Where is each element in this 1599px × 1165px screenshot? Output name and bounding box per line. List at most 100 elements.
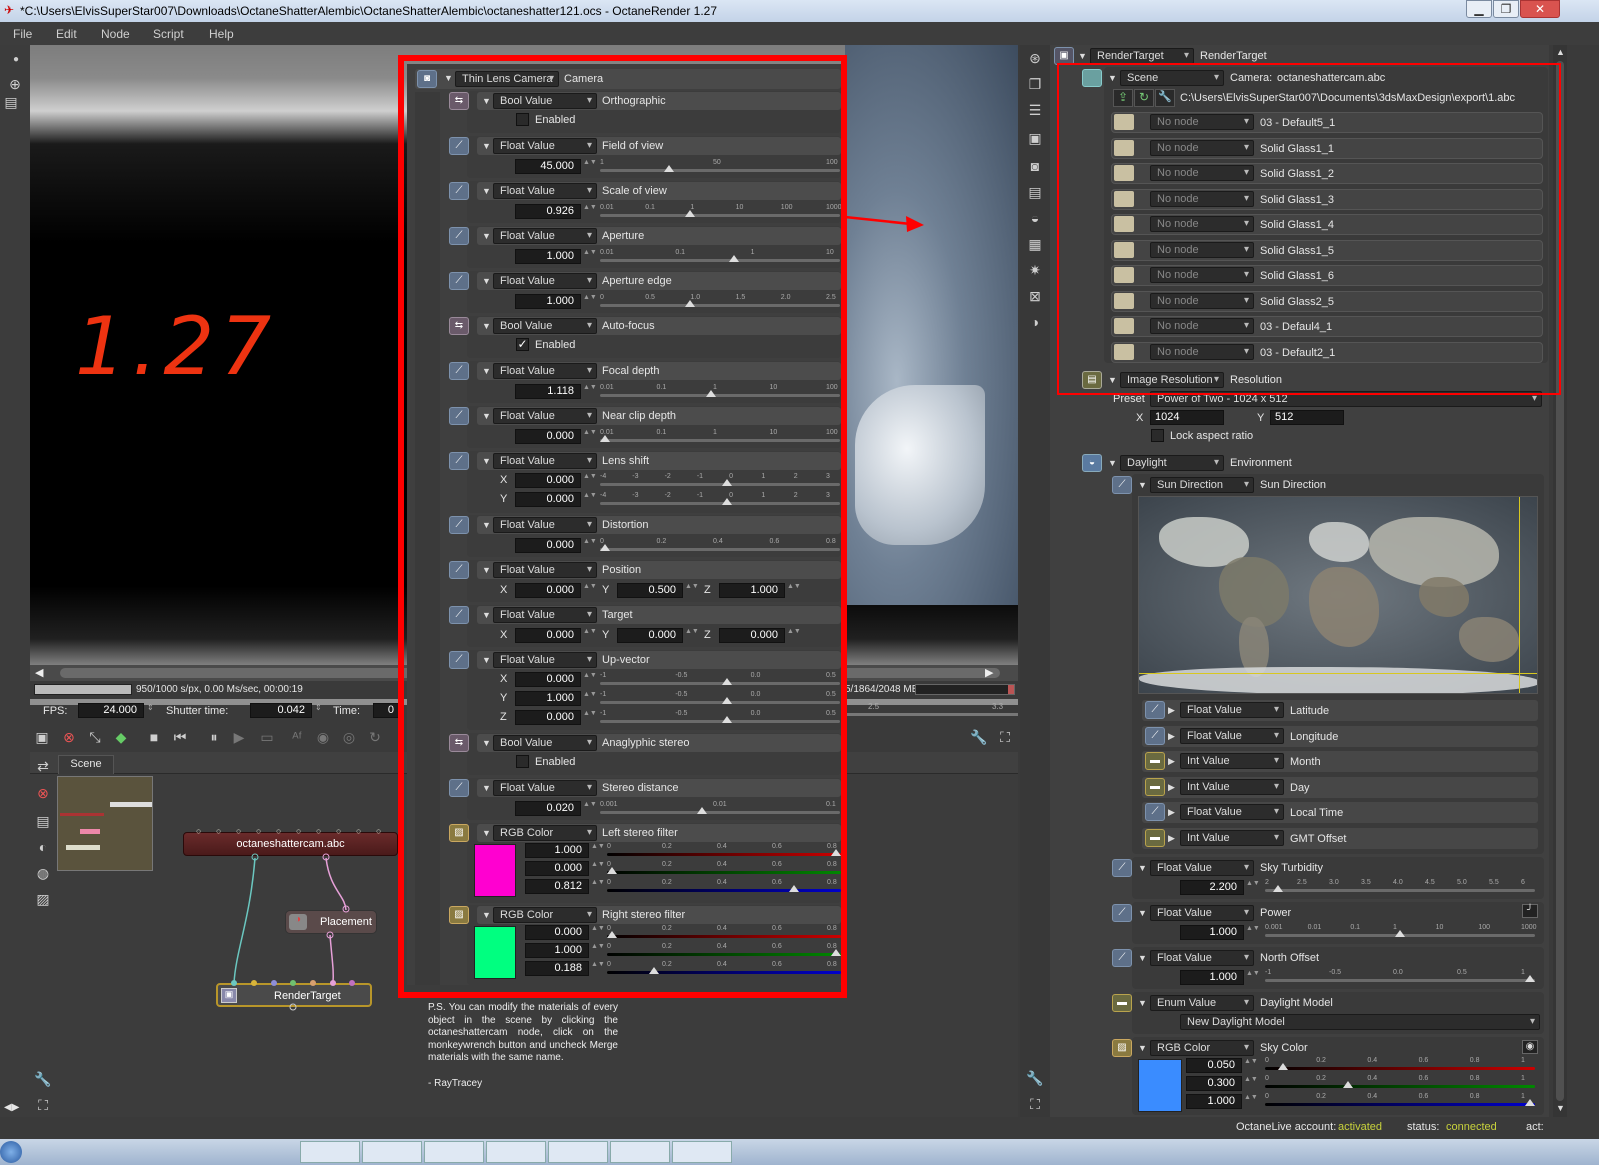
north-offset-value-spin-icon[interactable]: ▲▼ <box>1246 970 1260 985</box>
sky-r-field-spin-icon[interactable]: ▲▼ <box>1244 1058 1258 1073</box>
north-offset-value[interactable]: 1.000 <box>1180 970 1244 985</box>
north-offset-slider-thumb[interactable] <box>1525 975 1535 982</box>
collapse-triangle-icon[interactable]: ▼ <box>1138 863 1147 873</box>
north-offset-slider[interactable]: -1 -0.5 0.0 0.5 1 <box>1265 969 1535 983</box>
tick-label: 0.4 <box>1367 1093 1378 1100</box>
taskbar-item[interactable] <box>424 1141 484 1163</box>
sky-turbidity-type-dropdown[interactable]: Float Value <box>1150 860 1254 876</box>
map-landmass <box>1309 567 1379 647</box>
sun-param-label: Local Time <box>1290 807 1344 819</box>
float-value-icon: ⟋ <box>1145 701 1165 719</box>
tick-label: 0.4 <box>1367 1075 1378 1082</box>
sky-b-field[interactable]: 1.000 <box>1186 1094 1242 1109</box>
tick-label: 0.0 <box>1393 969 1403 976</box>
power-type-dropdown[interactable]: Float Value <box>1150 905 1254 921</box>
expand-triangle-icon[interactable]: ▶ <box>1168 705 1175 716</box>
tick-label: 1 <box>1521 1057 1525 1064</box>
sun-direction-type-dropdown[interactable]: Sun Direction <box>1150 477 1254 493</box>
sky-r-field[interactable]: 0.050 <box>1186 1058 1242 1073</box>
taskbar-item[interactable] <box>362 1141 422 1163</box>
sun-param-type-dropdown[interactable]: Float Value <box>1180 702 1284 718</box>
expand-triangle-icon[interactable]: ▶ <box>1168 731 1175 742</box>
collapse-triangle-icon[interactable]: ▼ <box>1138 998 1147 1008</box>
power-value[interactable]: 1.000 <box>1180 925 1244 940</box>
taskbar-item[interactable] <box>610 1141 670 1163</box>
os-taskbar <box>0 1139 1599 1165</box>
north-offset-icon: ⟋ <box>1112 949 1132 967</box>
tick-label: 0.01 <box>1307 924 1322 931</box>
tick-label: 0.1 <box>1350 924 1361 931</box>
north-offset-label: North Offset <box>1260 952 1320 964</box>
sky-color-type-dropdown[interactable]: RGB Color <box>1150 1040 1254 1056</box>
collapse-triangle-icon[interactable]: ▼ <box>1138 1043 1147 1053</box>
power-slider-thumb[interactable] <box>1395 930 1405 937</box>
sky-b-slider-track <box>1265 1103 1535 1106</box>
sky-r-slider-ticks: 0 0.2 0.4 0.6 0.8 1 <box>1265 1057 1535 1065</box>
tick-label: 100 <box>1478 924 1491 931</box>
sun-param-label: Day <box>1290 781 1310 794</box>
sun-param-type-dropdown[interactable]: Int Value <box>1180 778 1284 795</box>
lock-aspect-checkbox[interactable] <box>1151 429 1164 442</box>
daylight-model-dropdown[interactable]: New Daylight Model <box>1180 1014 1540 1030</box>
sun-world-map[interactable] <box>1138 496 1538 694</box>
sky-turbidity-slider[interactable]: 2 2.5 3.0 3.5 4.0 4.5 5.0 5.5 6 <box>1265 879 1535 893</box>
tick-label: 0.8 <box>1469 1057 1480 1064</box>
daylight-model-type-dropdown[interactable]: Enum Value <box>1150 995 1254 1011</box>
int-value-icon: ▬ <box>1145 777 1165 796</box>
sky-b-slider[interactable]: 0 0.2 0.4 0.6 0.8 1 <box>1265 1093 1535 1107</box>
rendertarget-type-dropdown[interactable]: RenderTarget <box>1090 48 1194 64</box>
tick-label: 3.5 <box>1361 879 1371 886</box>
taskbar-item[interactable] <box>548 1141 608 1163</box>
taskbar-item[interactable] <box>486 1141 546 1163</box>
sky-r-slider-thumb[interactable] <box>1278 1063 1288 1070</box>
int-value-icon: ▬ <box>1145 752 1165 770</box>
sun-param-type-dropdown[interactable]: Float Value <box>1180 727 1284 744</box>
connection-label: status: <box>1407 1121 1440 1133</box>
expand-triangle-icon[interactable]: ▶ <box>1168 807 1175 818</box>
collapse-triangle-icon[interactable]: ▼ <box>1138 480 1147 490</box>
sun-param-type-dropdown[interactable]: Int Value <box>1180 753 1284 769</box>
power-value-spin-icon[interactable]: ▲▼ <box>1246 925 1260 940</box>
res-x-field[interactable]: 1024 <box>1150 410 1224 425</box>
sky-b-slider-thumb[interactable] <box>1525 1099 1535 1106</box>
tick-label: 0.2 <box>1316 1093 1326 1100</box>
north-offset-slider-ticks: -1 -0.5 0.0 0.5 1 <box>1265 969 1535 977</box>
collapse-triangle-icon[interactable]: ▼ <box>1138 908 1147 918</box>
sky-turbidity-slider-thumb[interactable] <box>1272 885 1283 892</box>
sky-turbidity-value-spin-icon[interactable]: ▲▼ <box>1246 880 1260 895</box>
sky-g-field-spin-icon[interactable]: ▲▼ <box>1244 1076 1258 1091</box>
sun-param-type-dropdown[interactable]: Int Value <box>1180 829 1284 846</box>
taskbar-item[interactable] <box>672 1141 732 1163</box>
tick-label: 0.8 <box>1469 1075 1480 1082</box>
collapse-triangle-icon[interactable]: ▼ <box>1138 953 1147 963</box>
sky-g-field[interactable]: 0.300 <box>1186 1076 1242 1091</box>
res-y-field[interactable]: 512 <box>1270 410 1344 425</box>
sky-color-swatch[interactable] <box>1138 1059 1182 1112</box>
taskbar-item[interactable] <box>300 1141 360 1163</box>
highlight-box-scene <box>1057 63 1561 395</box>
eye-icon[interactable]: ◉ <box>1522 1040 1538 1054</box>
start-button[interactable] <box>0 1141 22 1163</box>
expand-triangle-icon[interactable]: ▶ <box>1168 833 1175 844</box>
environment-label: Environment <box>1230 457 1292 469</box>
sky-g-slider[interactable]: 0 0.2 0.4 0.6 0.8 1 <box>1265 1075 1535 1089</box>
curve-icon[interactable]: ╯ <box>1522 904 1538 918</box>
tick-label: 6 <box>1521 879 1525 886</box>
sky-b-field-spin-icon[interactable]: ▲▼ <box>1244 1094 1258 1109</box>
sky-turbidity-value[interactable]: 2.200 <box>1180 880 1244 895</box>
sky-turbidity-slider-ticks: 2 2.5 3.0 3.5 4.0 4.5 5.0 5.5 6 <box>1265 879 1535 887</box>
north-offset-type-dropdown[interactable]: Float Value <box>1150 950 1254 966</box>
expand-triangle-icon[interactable]: ▶ <box>1168 782 1175 793</box>
sky-r-slider[interactable]: 0 0.2 0.4 0.6 0.8 1 <box>1265 1057 1535 1071</box>
sun-param-type-dropdown[interactable]: Float Value <box>1180 804 1284 820</box>
tick-label: 0.8 <box>1469 1093 1480 1100</box>
environment-type-dropdown[interactable]: Daylight <box>1120 455 1224 471</box>
power-label: Power <box>1260 907 1292 919</box>
tick-label: 0.001 <box>1265 924 1283 931</box>
collapse-triangle-icon[interactable]: ▼ <box>1078 51 1087 61</box>
expand-triangle-icon[interactable]: ▶ <box>1168 756 1175 767</box>
collapse-triangle-icon[interactable]: ▼ <box>1108 458 1117 468</box>
sky-g-slider-thumb[interactable] <box>1343 1081 1353 1088</box>
power-slider[interactable]: 0.001 0.01 0.1 1 10 100 1000 <box>1265 924 1537 938</box>
enum-value-icon: ▬ <box>1112 994 1132 1012</box>
